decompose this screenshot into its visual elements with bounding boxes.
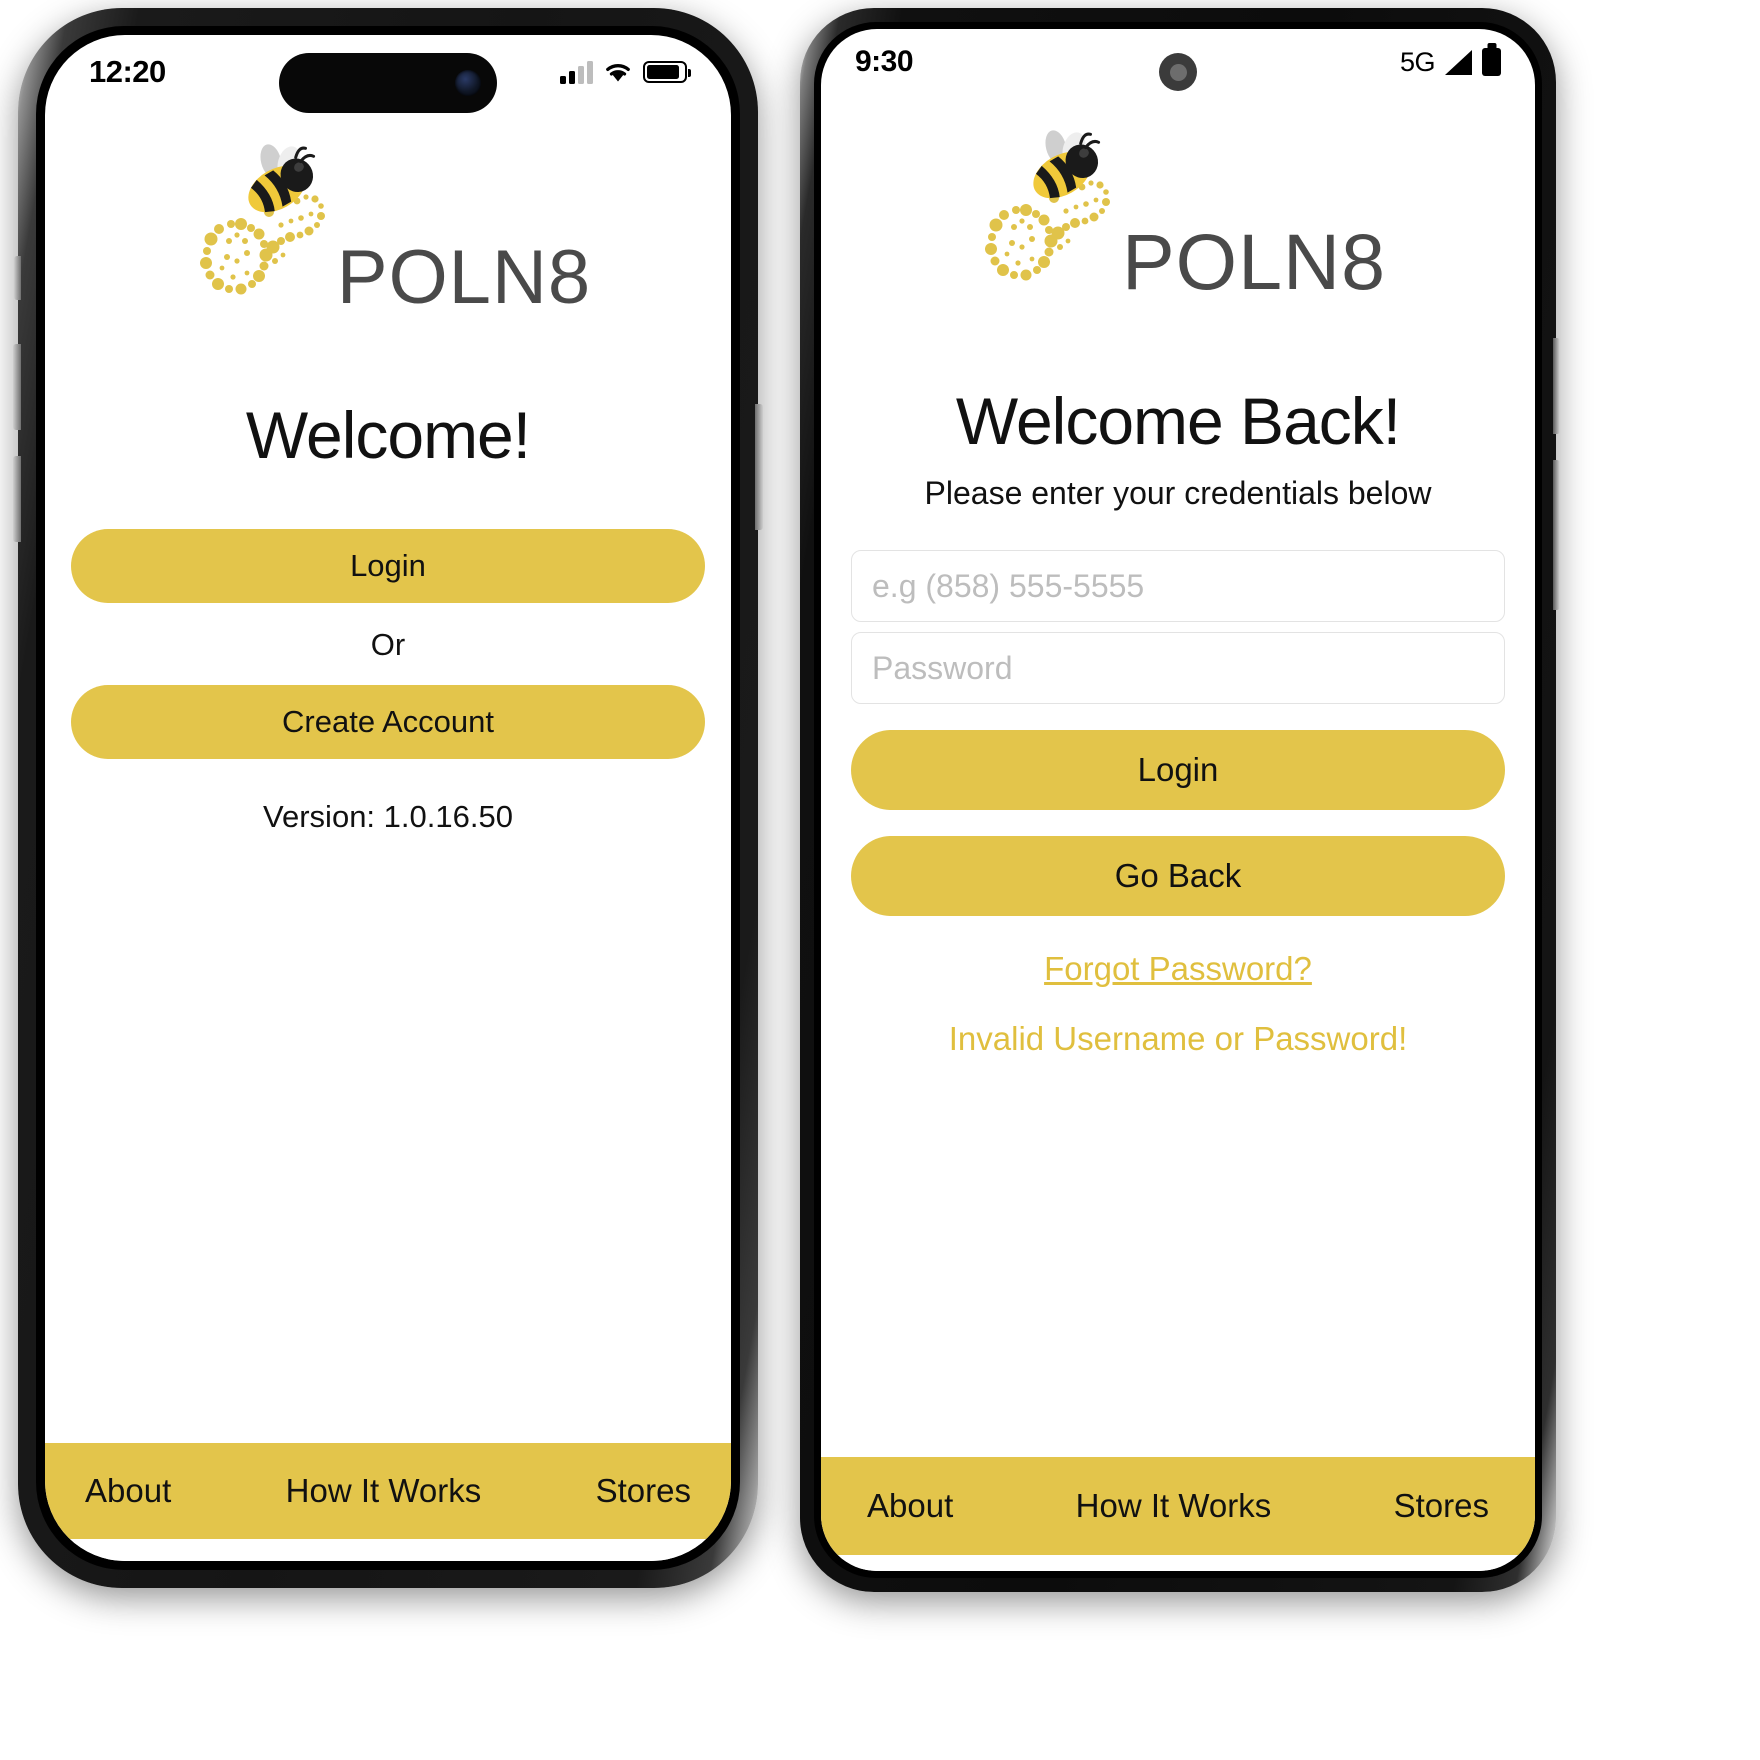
battery-full-icon bbox=[643, 61, 692, 83]
android-device-frame: 9:30 5G POLN8 Welcome Back! Please enter… bbox=[800, 8, 1560, 1592]
status-clock: 12:20 bbox=[89, 54, 166, 89]
signal-triangle-icon bbox=[1445, 49, 1472, 75]
power-button[interactable] bbox=[755, 404, 763, 530]
android-bezel: 9:30 5G POLN8 Welcome Back! Please enter… bbox=[814, 22, 1542, 1578]
login-error-message: Invalid Username or Password! bbox=[948, 1020, 1408, 1057]
network-type-label: 5G bbox=[1399, 46, 1436, 77]
android-status-bar: 9:30 5G bbox=[821, 29, 1535, 95]
page-title: Welcome! bbox=[245, 398, 531, 472]
power-button[interactable] bbox=[1553, 338, 1560, 434]
logo-wordmark: POLN8 bbox=[336, 234, 592, 320]
form-gap bbox=[851, 704, 1505, 730]
silent-switch[interactable] bbox=[14, 256, 21, 300]
nav-item-how-it-works[interactable]: How It Works bbox=[286, 1472, 482, 1510]
dual-phone-mockup: 12:20 POLN8 Welcome! Login Or Create Acc… bbox=[0, 0, 1760, 1760]
nav-item-about[interactable]: About bbox=[867, 1487, 953, 1525]
status-indicators: 5G bbox=[1400, 47, 1501, 78]
wifi-icon bbox=[603, 61, 633, 83]
app-version-label: Version: 1.0.16.50 bbox=[263, 799, 513, 834]
page-subtitle: Please enter your credentials below bbox=[924, 475, 1432, 511]
create-account-button[interactable]: Create Account bbox=[71, 685, 705, 759]
volume-up-button[interactable] bbox=[13, 344, 21, 430]
home-indicator-area bbox=[45, 1539, 731, 1561]
app-logo: POLN8 bbox=[45, 109, 731, 320]
signal-bars-icon bbox=[560, 60, 593, 84]
android-screen: 9:30 5G POLN8 Welcome Back! Please enter… bbox=[821, 29, 1535, 1571]
or-divider-label: Or bbox=[370, 627, 406, 662]
login-button[interactable]: Login bbox=[851, 730, 1505, 810]
punch-hole-camera-icon bbox=[1159, 53, 1197, 91]
nav-item-stores[interactable]: Stores bbox=[1394, 1487, 1489, 1525]
ios-app-content: POLN8 Welcome! Login Or Create Account V… bbox=[45, 109, 731, 1561]
go-back-button[interactable]: Go Back bbox=[851, 836, 1505, 916]
button-gap bbox=[851, 810, 1505, 836]
nav-item-stores[interactable]: Stores bbox=[596, 1472, 691, 1510]
volume-down-button[interactable] bbox=[13, 456, 21, 542]
battery-full-icon bbox=[1482, 48, 1501, 76]
status-indicators bbox=[560, 60, 692, 84]
ios-status-bar: 12:20 bbox=[45, 35, 731, 113]
iphone-bezel: 12:20 POLN8 Welcome! Login Or Create Acc… bbox=[36, 26, 740, 1570]
iphone-device-frame: 12:20 POLN8 Welcome! Login Or Create Acc… bbox=[13, 8, 763, 1588]
bottom-nav-bar: About How It Works Stores bbox=[821, 1457, 1535, 1555]
login-button[interactable]: Login bbox=[71, 529, 705, 603]
volume-button[interactable] bbox=[1553, 460, 1560, 610]
forgot-password-link[interactable]: Forgot Password? bbox=[851, 950, 1505, 988]
dynamic-island bbox=[279, 53, 497, 113]
page-title: Welcome Back! bbox=[955, 384, 1401, 458]
bottom-nav-bar: About How It Works Stores bbox=[45, 1443, 731, 1539]
bee-with-pollen-trail-logo bbox=[185, 137, 345, 309]
nav-item-how-it-works[interactable]: How It Works bbox=[1076, 1487, 1272, 1525]
login-form: Login Go Back Forgot Password? Invalid U… bbox=[821, 550, 1535, 1058]
auth-actions: Login Or Create Account Version: 1.0.16.… bbox=[45, 529, 731, 835]
status-clock: 9:30 bbox=[855, 45, 914, 78]
dynamic-island-camera-icon bbox=[455, 70, 481, 96]
logo-wordmark: POLN8 bbox=[1121, 217, 1387, 307]
android-app-content: POLN8 Welcome Back! Please enter your cr… bbox=[821, 95, 1535, 1571]
iphone-screen: 12:20 POLN8 Welcome! Login Or Create Acc… bbox=[45, 35, 731, 1561]
app-logo: POLN8 bbox=[821, 95, 1535, 307]
nav-item-about[interactable]: About bbox=[85, 1472, 171, 1510]
phone-number-input[interactable] bbox=[851, 550, 1505, 622]
bee-with-pollen-trail-logo bbox=[970, 123, 1130, 295]
gesture-bar-area bbox=[821, 1555, 1535, 1571]
password-input[interactable] bbox=[851, 632, 1505, 704]
